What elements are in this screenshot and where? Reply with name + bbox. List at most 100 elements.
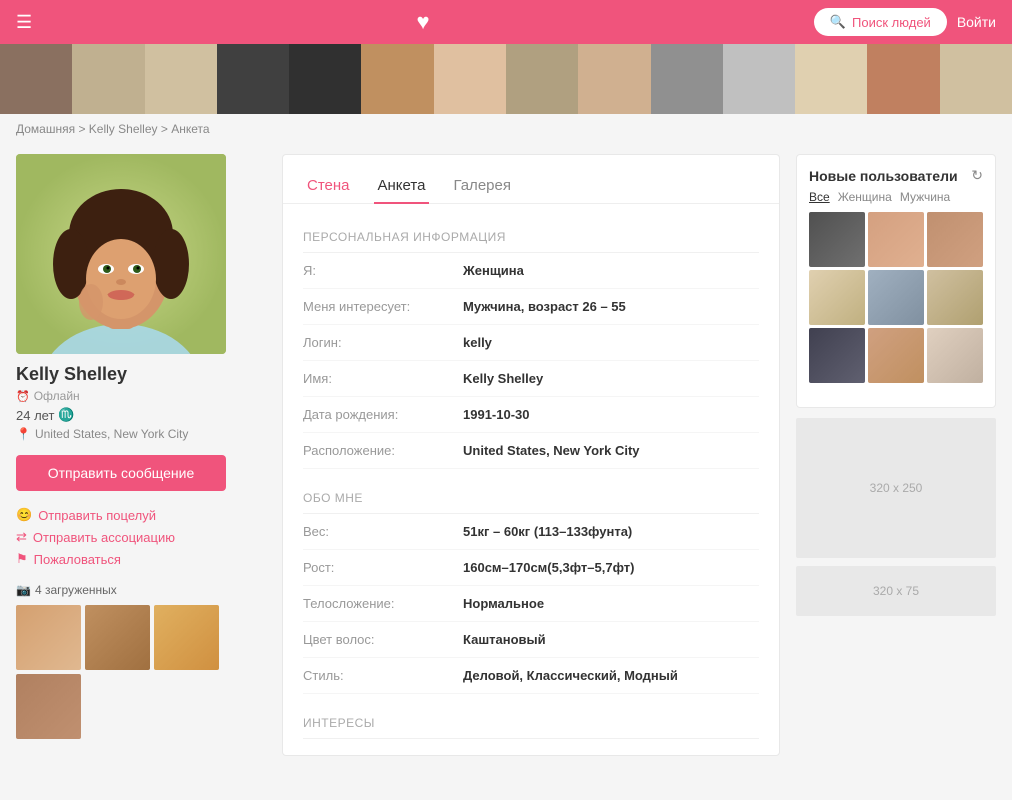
filter-male-tab[interactable]: Мужчина (900, 190, 950, 204)
personal-info-title: ПЕРСОНАЛЬНАЯ ИНФОРМАЦИЯ (303, 220, 759, 253)
report-link[interactable]: ⚑ Пожаловаться (16, 551, 266, 567)
strip-photo-14[interactable] (940, 44, 1012, 114)
thumb-2[interactable] (85, 605, 150, 670)
new-user-7[interactable] (809, 328, 865, 383)
hair-label: Цвет волос: (303, 632, 463, 647)
send-kiss-label: Отправить поцелуй (38, 508, 156, 523)
search-button-label: Поиск людей (852, 15, 931, 30)
weight-value: 51кг – 60кг (113–133фунта) (463, 524, 632, 539)
send-message-button[interactable]: Отправить сообщение (16, 455, 226, 491)
info-row-login: Логин: kelly (303, 325, 759, 361)
new-user-6[interactable] (927, 270, 983, 325)
new-users-header: Новые пользователи ↻ (809, 167, 983, 184)
interest-value: Мужчина, возраст 26 – 55 (463, 299, 626, 314)
ad-block-small: 320 x 75 (796, 566, 996, 616)
new-user-5[interactable] (868, 270, 924, 325)
tab-profile[interactable]: Анкета (374, 169, 430, 204)
about-me-title: ОБО МНЕ (303, 481, 759, 514)
login-button[interactable]: Войти (957, 14, 996, 30)
report-icon: ⚑ (16, 551, 28, 567)
new-user-2[interactable] (868, 212, 924, 267)
profile-age-zodiac: 24 лет ♏ (16, 407, 266, 423)
strip-photo-2[interactable] (72, 44, 144, 114)
strip-photo-4[interactable] (217, 44, 289, 114)
height-value: 160см–170см(5,3фт–5,7фт) (463, 560, 634, 575)
build-value: Нормальное (463, 596, 544, 611)
thumb-4[interactable] (16, 674, 81, 739)
strip-photo-6[interactable] (361, 44, 433, 114)
breadcrumb-name-link[interactable]: Kelly Shelley (89, 122, 158, 136)
gender-value: Женщина (463, 263, 524, 278)
profile-photo-art (16, 154, 226, 354)
profile-age: 24 лет (16, 408, 54, 423)
thumb-1[interactable] (16, 605, 81, 670)
new-user-3[interactable] (927, 212, 983, 267)
name-value: Kelly Shelley (463, 371, 543, 386)
strip-photo-8[interactable] (506, 44, 578, 114)
profile-photo (16, 154, 226, 354)
profile-name: Kelly Shelley (16, 364, 266, 385)
login-value: kelly (463, 335, 492, 350)
profile-location: 📍 United States, New York City (16, 427, 266, 441)
strip-photo-3[interactable] (145, 44, 217, 114)
birthday-value: 1991-10-30 (463, 407, 530, 422)
info-row-style: Стиль: Деловой, Классический, Модный (303, 658, 759, 694)
send-association-link[interactable]: ⇄ Отправить ассоциацию (16, 529, 266, 545)
strip-photo-13[interactable] (867, 44, 939, 114)
tab-gallery[interactable]: Галерея (449, 169, 515, 204)
send-kiss-link[interactable]: 😊 Отправить поцелуй (16, 507, 266, 523)
info-row-height: Рост: 160см–170см(5,3фт–5,7фт) (303, 550, 759, 586)
strip-photo-10[interactable] (651, 44, 723, 114)
strip-photo-11[interactable] (723, 44, 795, 114)
new-user-8[interactable] (868, 328, 924, 383)
style-label: Стиль: (303, 668, 463, 683)
header-actions: 🔍 Поиск людей Войти (814, 8, 996, 36)
birthday-label: Дата рождения: (303, 407, 463, 422)
strip-photo-7[interactable] (434, 44, 506, 114)
center-content: Стена Анкета Галерея ПЕРСОНАЛЬНАЯ ИНФОРМ… (282, 154, 780, 756)
build-label: Телосложение: (303, 596, 463, 611)
new-user-9[interactable] (927, 328, 983, 383)
photo-strip (0, 44, 1012, 114)
info-row-build: Телосложение: Нормальное (303, 586, 759, 622)
refresh-icon[interactable]: ↻ (971, 167, 983, 184)
send-association-label: Отправить ассоциацию (33, 530, 175, 545)
login-label: Логин: (303, 335, 463, 350)
photos-count: 4 загруженных (35, 583, 117, 597)
gender-label: Я: (303, 263, 463, 278)
association-icon: ⇄ (16, 529, 27, 545)
status-text: Офлайн (34, 389, 80, 403)
info-row-name: Имя: Kelly Shelley (303, 361, 759, 397)
menu-icon[interactable]: ☰ (16, 12, 32, 33)
filter-all-tab[interactable]: Все (809, 190, 830, 204)
strip-photo-9[interactable] (578, 44, 650, 114)
height-label: Рост: (303, 560, 463, 575)
ad-block-large: 320 x 250 (796, 418, 996, 558)
name-label: Имя: (303, 371, 463, 386)
camera-icon: 📷 (16, 583, 31, 597)
interests-title: ИНТЕРЕСЫ (303, 706, 759, 739)
header-heart-icon: ♥ (416, 8, 429, 36)
filter-female-tab[interactable]: Женщина (838, 190, 892, 204)
status-icon (16, 389, 30, 403)
tab-wall[interactable]: Стена (303, 169, 354, 204)
info-row-gender: Я: Женщина (303, 253, 759, 289)
photos-section-label: 📷 4 загруженных (16, 583, 266, 597)
info-row-hair: Цвет волос: Каштановый (303, 622, 759, 658)
breadcrumb-home-link[interactable]: Домашняя (16, 122, 75, 136)
new-users-title: Новые пользователи (809, 168, 958, 184)
new-user-1[interactable] (809, 212, 865, 267)
info-row-location: Расположение: United States, New York Ci… (303, 433, 759, 469)
profile-content: ПЕРСОНАЛЬНАЯ ИНФОРМАЦИЯ Я: Женщина Меня … (283, 204, 779, 755)
action-links-list: 😊 Отправить поцелуй ⇄ Отправить ассоциац… (16, 507, 266, 567)
strip-photo-5[interactable] (289, 44, 361, 114)
strip-photo-1[interactable] (0, 44, 72, 114)
new-user-4[interactable] (809, 270, 865, 325)
ad-large-label: 320 x 250 (870, 481, 923, 495)
search-people-button[interactable]: 🔍 Поиск людей (814, 8, 947, 36)
kiss-icon: 😊 (16, 507, 32, 523)
zodiac-icon: ♏ (58, 407, 74, 423)
photo-grid (16, 605, 226, 739)
strip-photo-12[interactable] (795, 44, 867, 114)
thumb-3[interactable] (154, 605, 219, 670)
